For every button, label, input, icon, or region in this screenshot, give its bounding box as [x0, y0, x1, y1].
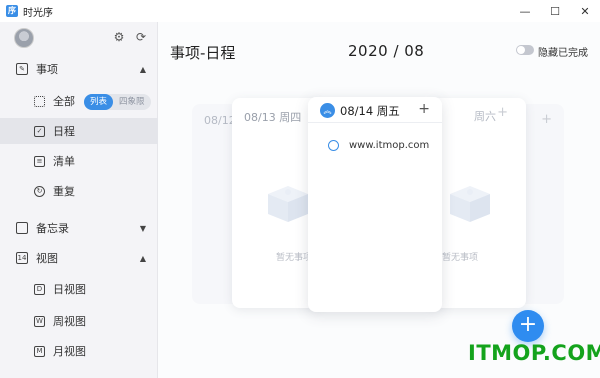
sidebar: ⚙ ⟳ ✎ 事项 ▲ 全部 列表 四象限 ✓ 日程 ≡ 清单 ↻ 重复 备忘录 …	[0, 22, 158, 378]
refresh-icon[interactable]: ⟳	[134, 30, 148, 44]
task-checkbox[interactable]	[328, 140, 339, 151]
sidebar-item-label: 周视图	[53, 315, 86, 328]
chevron-up-icon: ▲	[139, 64, 146, 74]
sidebar-group-tasks[interactable]: ✎ 事项 ▲	[0, 57, 158, 81]
card-date: 08/13 周四	[244, 111, 302, 124]
repeat-icon: ↻	[34, 185, 45, 197]
day-view-icon: D	[34, 283, 45, 295]
list-mode-option[interactable]: 列表	[84, 94, 114, 110]
sidebar-item-label: 日视图	[53, 283, 86, 296]
group-label: 备忘录	[36, 222, 69, 235]
add-button[interactable]: +	[512, 310, 544, 342]
maximize-icon: ☐	[550, 4, 560, 18]
edit-icon: ✎	[16, 63, 28, 75]
gear-icon[interactable]: ⚙	[112, 30, 126, 44]
avatar[interactable]	[14, 28, 34, 48]
hide-completed-toggle[interactable]	[516, 45, 534, 55]
app-title: 时光序	[23, 7, 53, 19]
memo-icon	[16, 222, 28, 234]
week-view-icon: W	[34, 315, 45, 327]
checkbox-icon: ✓	[34, 125, 45, 137]
card-date: 08/14 周五	[340, 104, 400, 118]
sidebar-item-label: 日程	[53, 125, 75, 138]
month-view-icon: M	[34, 345, 45, 357]
calendar-icon: 14	[16, 252, 28, 264]
add-task-icon[interactable]: +	[418, 101, 430, 117]
watermark: ITMOP.COM	[468, 341, 600, 365]
empty-text: 暂无事项	[276, 253, 313, 263]
sidebar-item-month-view[interactable]: M 月视图	[0, 338, 158, 364]
chevron-up-icon: ▲	[139, 253, 146, 263]
sidebar-item-label: 重复	[53, 185, 75, 198]
sidebar-item-day-view[interactable]: D 日视图	[0, 276, 158, 302]
card-header: ︽ 08/14 周五 +	[308, 97, 442, 123]
day-card-0815[interactable]: 周六 + 暂无事项	[430, 98, 526, 308]
card-date: 08/12	[204, 114, 236, 127]
view-mode-toggle[interactable]: 列表 四象限	[84, 94, 151, 110]
sidebar-group-memo[interactable]: 备忘录 ▼	[0, 216, 158, 240]
task-item[interactable]: www.itmop.com	[328, 140, 429, 151]
sidebar-group-views[interactable]: 14 视图 ▲	[0, 246, 158, 270]
sidebar-item-label: 月视图	[53, 345, 86, 358]
group-label: 事项	[36, 63, 58, 76]
sidebar-item-week-view[interactable]: W 周视图	[0, 308, 158, 334]
title-bar: 序 时光序 — ☐ ✕	[0, 0, 600, 22]
minimize-icon: —	[519, 4, 531, 18]
group-label: 视图	[36, 252, 58, 265]
quadrant-mode-option[interactable]: 四象限	[113, 94, 151, 110]
collapse-icon[interactable]: ︽	[320, 103, 335, 118]
sidebar-item-label: 全部	[53, 95, 75, 108]
month-selector[interactable]: 2020 / 08	[348, 42, 424, 60]
add-icon: +	[497, 105, 508, 120]
close-button[interactable]: ✕	[570, 0, 600, 22]
main-panel: 事项-日程 2020 / 08 隐藏已完成 08/12 + 08/13 周四 暂…	[158, 22, 600, 378]
close-icon: ✕	[580, 4, 590, 18]
maximize-button[interactable]: ☐	[540, 0, 570, 22]
page-title: 事项-日程	[170, 44, 236, 62]
sidebar-item-label: 清单	[53, 155, 75, 168]
empty-text: 暂无事项	[442, 253, 479, 263]
app-icon: 序	[6, 5, 18, 17]
hide-completed-label: 隐藏已完成	[538, 48, 588, 59]
minimize-button[interactable]: —	[510, 0, 540, 22]
add-icon: +	[541, 112, 552, 127]
sidebar-item-list[interactable]: ≡ 清单	[0, 148, 158, 174]
task-text: www.itmop.com	[349, 140, 430, 151]
empty-box-icon	[450, 186, 490, 222]
day-card-0814-active[interactable]: ︽ 08/14 周五 + www.itmop.com	[308, 97, 442, 312]
grid-icon	[34, 95, 45, 107]
sidebar-item-schedule[interactable]: ✓ 日程	[0, 118, 158, 144]
card-date: 周六	[474, 110, 496, 123]
list-icon: ≡	[34, 155, 45, 167]
sidebar-item-repeat[interactable]: ↻ 重复	[0, 178, 158, 204]
chevron-down-icon: ▼	[139, 223, 146, 233]
